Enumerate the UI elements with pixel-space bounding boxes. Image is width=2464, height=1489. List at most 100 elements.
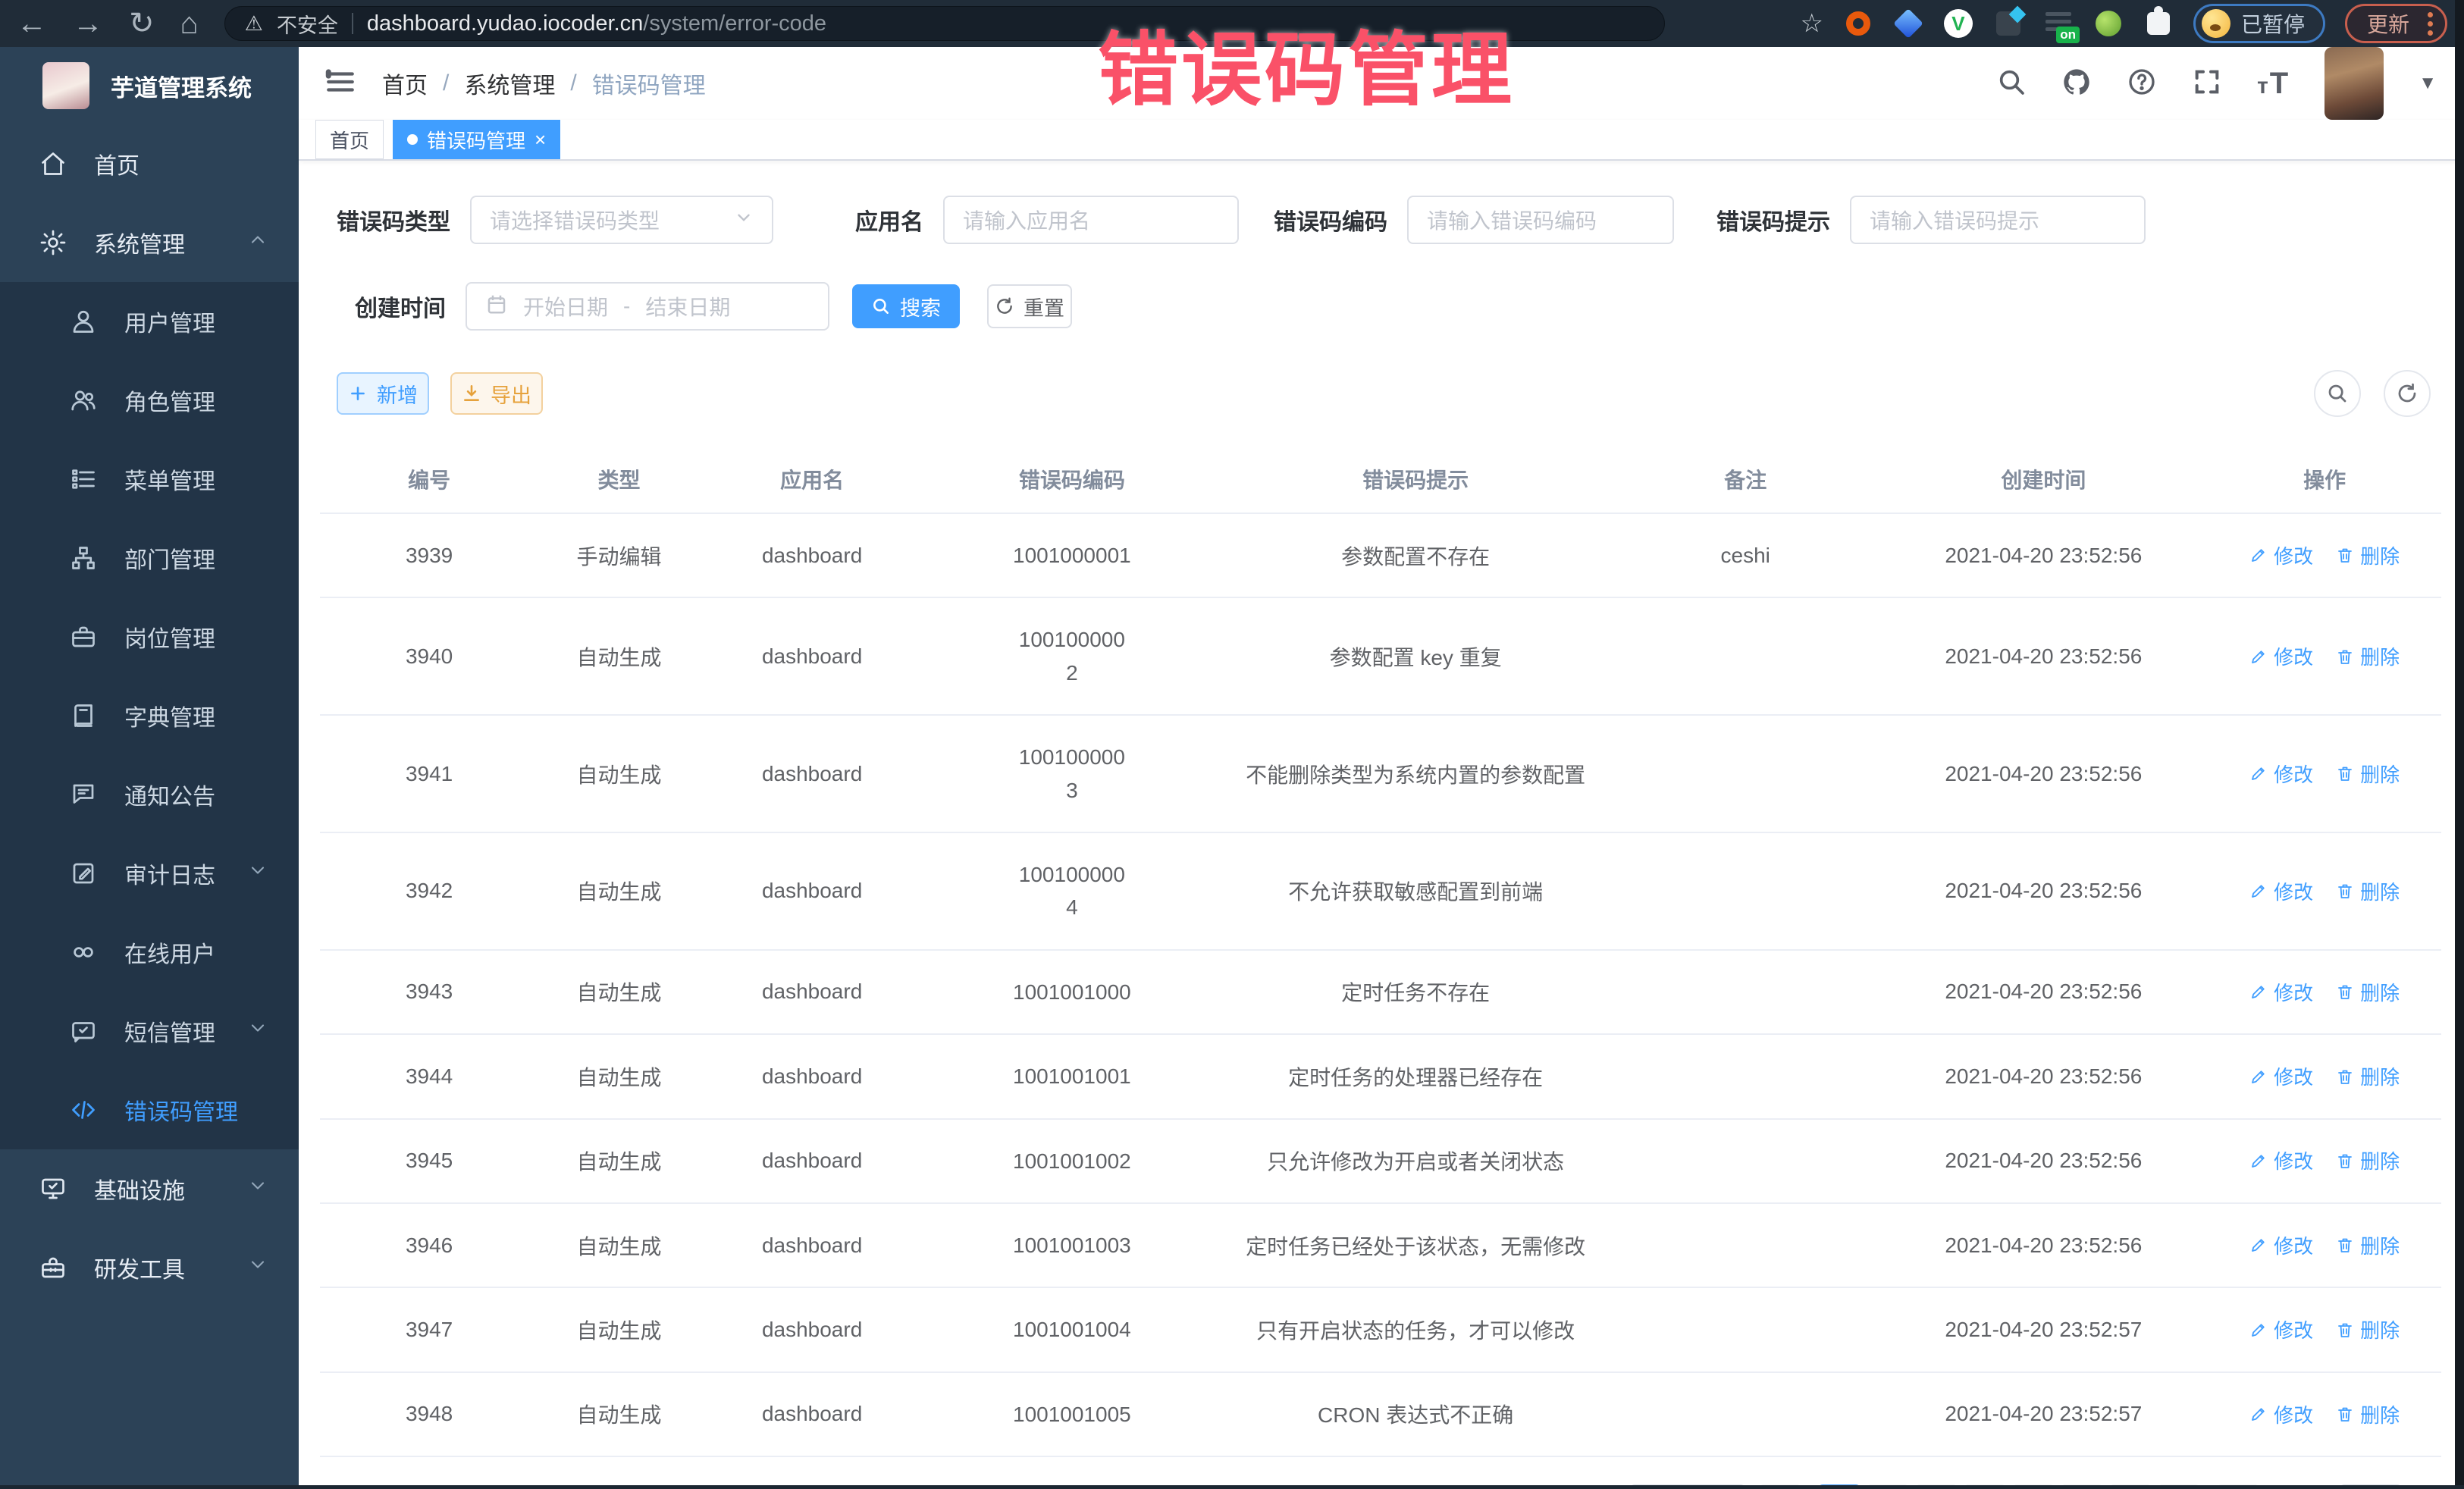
sidebar-item-home[interactable]: 首页	[0, 124, 299, 203]
list-icon	[70, 466, 97, 493]
row-actions: 修改删除	[2208, 1372, 2441, 1456]
add-button[interactable]: 新增	[337, 372, 429, 415]
sidebar-item-label: 用户管理	[124, 305, 215, 338]
sidebar-item-infrastructure[interactable]: 基础设施	[0, 1149, 299, 1228]
home-icon[interactable]: ⌂	[180, 8, 199, 39]
forward-icon[interactable]: →	[73, 8, 103, 39]
toggle-search-icon[interactable]	[2314, 370, 2361, 417]
fullscreen-icon[interactable]	[2192, 67, 2222, 101]
browser-update-button[interactable]: 更新	[2345, 4, 2447, 43]
sidebar-item-menu-management[interactable]: 菜单管理	[0, 440, 299, 519]
extensions-puzzle-icon[interactable]	[2143, 8, 2174, 39]
breadcrumb-separator: /	[443, 71, 449, 96]
column-header: 应用名	[700, 449, 925, 513]
window-scrollbar[interactable]	[2455, 0, 2464, 1489]
delete-link[interactable]: 删除	[2336, 541, 2400, 569]
breadcrumb-item[interactable]: 系统管理	[464, 67, 555, 100]
sidebar-item-online-users[interactable]: 在线用户	[0, 913, 299, 992]
github-icon[interactable]	[2061, 67, 2092, 101]
column-header: 错误码编码	[924, 449, 1219, 513]
chevron-down-icon	[734, 208, 754, 233]
sidebar-item-error-code-management[interactable]: 错误码管理	[0, 1071, 299, 1149]
refresh-table-icon[interactable]	[2384, 370, 2431, 417]
delete-link[interactable]: 删除	[2336, 1315, 2400, 1343]
gear-icon	[39, 229, 67, 256]
tab-active[interactable]: 错误码管理×	[393, 120, 560, 159]
column-header: 操作	[2208, 449, 2441, 513]
table-toolbar: 新增 导出	[320, 370, 2441, 417]
error-type-select[interactable]: 请选择错误码类型	[470, 196, 773, 244]
delete-link[interactable]: 删除	[2336, 1400, 2400, 1428]
avatar-caret-icon[interactable]: ▼	[2419, 73, 2437, 94]
edit-link[interactable]: 修改	[2249, 877, 2313, 905]
reload-icon[interactable]: ↻	[129, 8, 155, 39]
sidebar-item-audit-log[interactable]: 审计日志	[0, 834, 299, 913]
edit-link[interactable]: 修改	[2249, 1315, 2313, 1343]
edit-link[interactable]: 修改	[2249, 541, 2313, 569]
delete-link[interactable]: 删除	[2336, 642, 2400, 670]
row-app: dashboard	[700, 1372, 925, 1456]
reset-button[interactable]: 重置	[987, 284, 1072, 328]
edit-link[interactable]: 修改	[2249, 642, 2313, 670]
sidebar-item-sms-management[interactable]: 短信管理	[0, 992, 299, 1071]
edit-link[interactable]: 修改	[2249, 1400, 2313, 1428]
error-code-input[interactable]: 请输入错误码编码	[1407, 196, 1674, 244]
help-icon[interactable]	[2127, 67, 2157, 101]
profile-paused-badge[interactable]: 已暂停	[2193, 4, 2325, 43]
date-range-picker[interactable]: 开始日期 - 结束日期	[466, 282, 829, 331]
sidebar-item-label: 系统管理	[94, 226, 185, 259]
browser-menu-kebab-icon[interactable]	[2428, 12, 2433, 36]
breadcrumb-item[interactable]: 首页	[382, 67, 428, 100]
sidebar-item-notice-announcement[interactable]: 通知公告	[0, 755, 299, 834]
extension-vue-icon[interactable]: V	[1943, 8, 1973, 39]
app-name-input[interactable]: 请输入应用名	[943, 196, 1239, 244]
tab-item[interactable]: 首页	[315, 120, 384, 159]
sidebar-toggle-icon[interactable]	[324, 66, 356, 102]
delete-link[interactable]: 删除	[2336, 760, 2400, 788]
sidebar-item-label: 研发工具	[94, 1251, 185, 1284]
sidebar-item-label: 岗位管理	[124, 620, 215, 654]
close-icon[interactable]: ×	[534, 128, 546, 152]
edit-link[interactable]: 修改	[2249, 1231, 2313, 1259]
bookmark-star-icon[interactable]: ☆	[1800, 8, 1823, 39]
sidebar-item-label: 通知公告	[124, 778, 215, 811]
sidebar-item-system-management[interactable]: 系统管理	[0, 203, 299, 282]
extension-grid-icon[interactable]	[1993, 8, 2024, 39]
column-header: 错误码提示	[1219, 449, 1612, 513]
delete-link[interactable]: 删除	[2336, 877, 2400, 905]
row-time: 2021-04-20 23:52:56	[1879, 950, 2209, 1034]
error-hint-input[interactable]: 请输入错误码提示	[1850, 196, 2146, 244]
delete-link[interactable]: 删除	[2336, 1062, 2400, 1090]
sidebar-item-role-management[interactable]: 角色管理	[0, 361, 299, 440]
sidebar-item-dev-tools[interactable]: 研发工具	[0, 1228, 299, 1307]
back-icon[interactable]: ←	[17, 8, 47, 39]
extension-target-icon[interactable]	[1843, 8, 1873, 39]
search-button[interactable]: 搜索	[852, 284, 960, 328]
row-app: dashboard	[700, 597, 925, 715]
sidebar: 芋道管理系统 首页系统管理用户管理角色管理菜单管理部门管理岗位管理字典管理通知公…	[0, 47, 299, 1489]
edit-link[interactable]: 修改	[2249, 1062, 2313, 1090]
sidebar-item-post-management[interactable]: 岗位管理	[0, 597, 299, 676]
row-id: 3946	[320, 1203, 538, 1287]
delete-link[interactable]: 删除	[2336, 1231, 2400, 1259]
font-size-icon[interactable]: тT	[2257, 67, 2290, 101]
org-tree-icon	[70, 544, 97, 572]
edit-link[interactable]: 修改	[2249, 978, 2313, 1006]
extension-gem-icon[interactable]	[1893, 8, 1923, 39]
sidebar-item-dept-management[interactable]: 部门管理	[0, 519, 299, 597]
row-remark	[1612, 597, 1879, 715]
table-tools	[2314, 370, 2431, 417]
delete-link[interactable]: 删除	[2336, 1146, 2400, 1174]
search-icon[interactable]	[1996, 67, 2027, 101]
user-avatar[interactable]	[2324, 47, 2384, 120]
sidebar-item-user-management[interactable]: 用户管理	[0, 282, 299, 361]
extension-key-icon[interactable]	[2093, 8, 2124, 39]
extension-list-icon[interactable]: on	[2043, 8, 2074, 39]
edit-link[interactable]: 修改	[2249, 1146, 2313, 1174]
edit-link[interactable]: 修改	[2249, 760, 2313, 788]
delete-link[interactable]: 删除	[2336, 978, 2400, 1006]
sidebar-item-dict-management[interactable]: 字典管理	[0, 676, 299, 755]
table-row: 3947自动生成dashboard1001001004只有开启状态的任务，才可以…	[320, 1287, 2441, 1371]
create-time-label: 创建时间	[355, 290, 446, 323]
export-button[interactable]: 导出	[450, 372, 543, 415]
